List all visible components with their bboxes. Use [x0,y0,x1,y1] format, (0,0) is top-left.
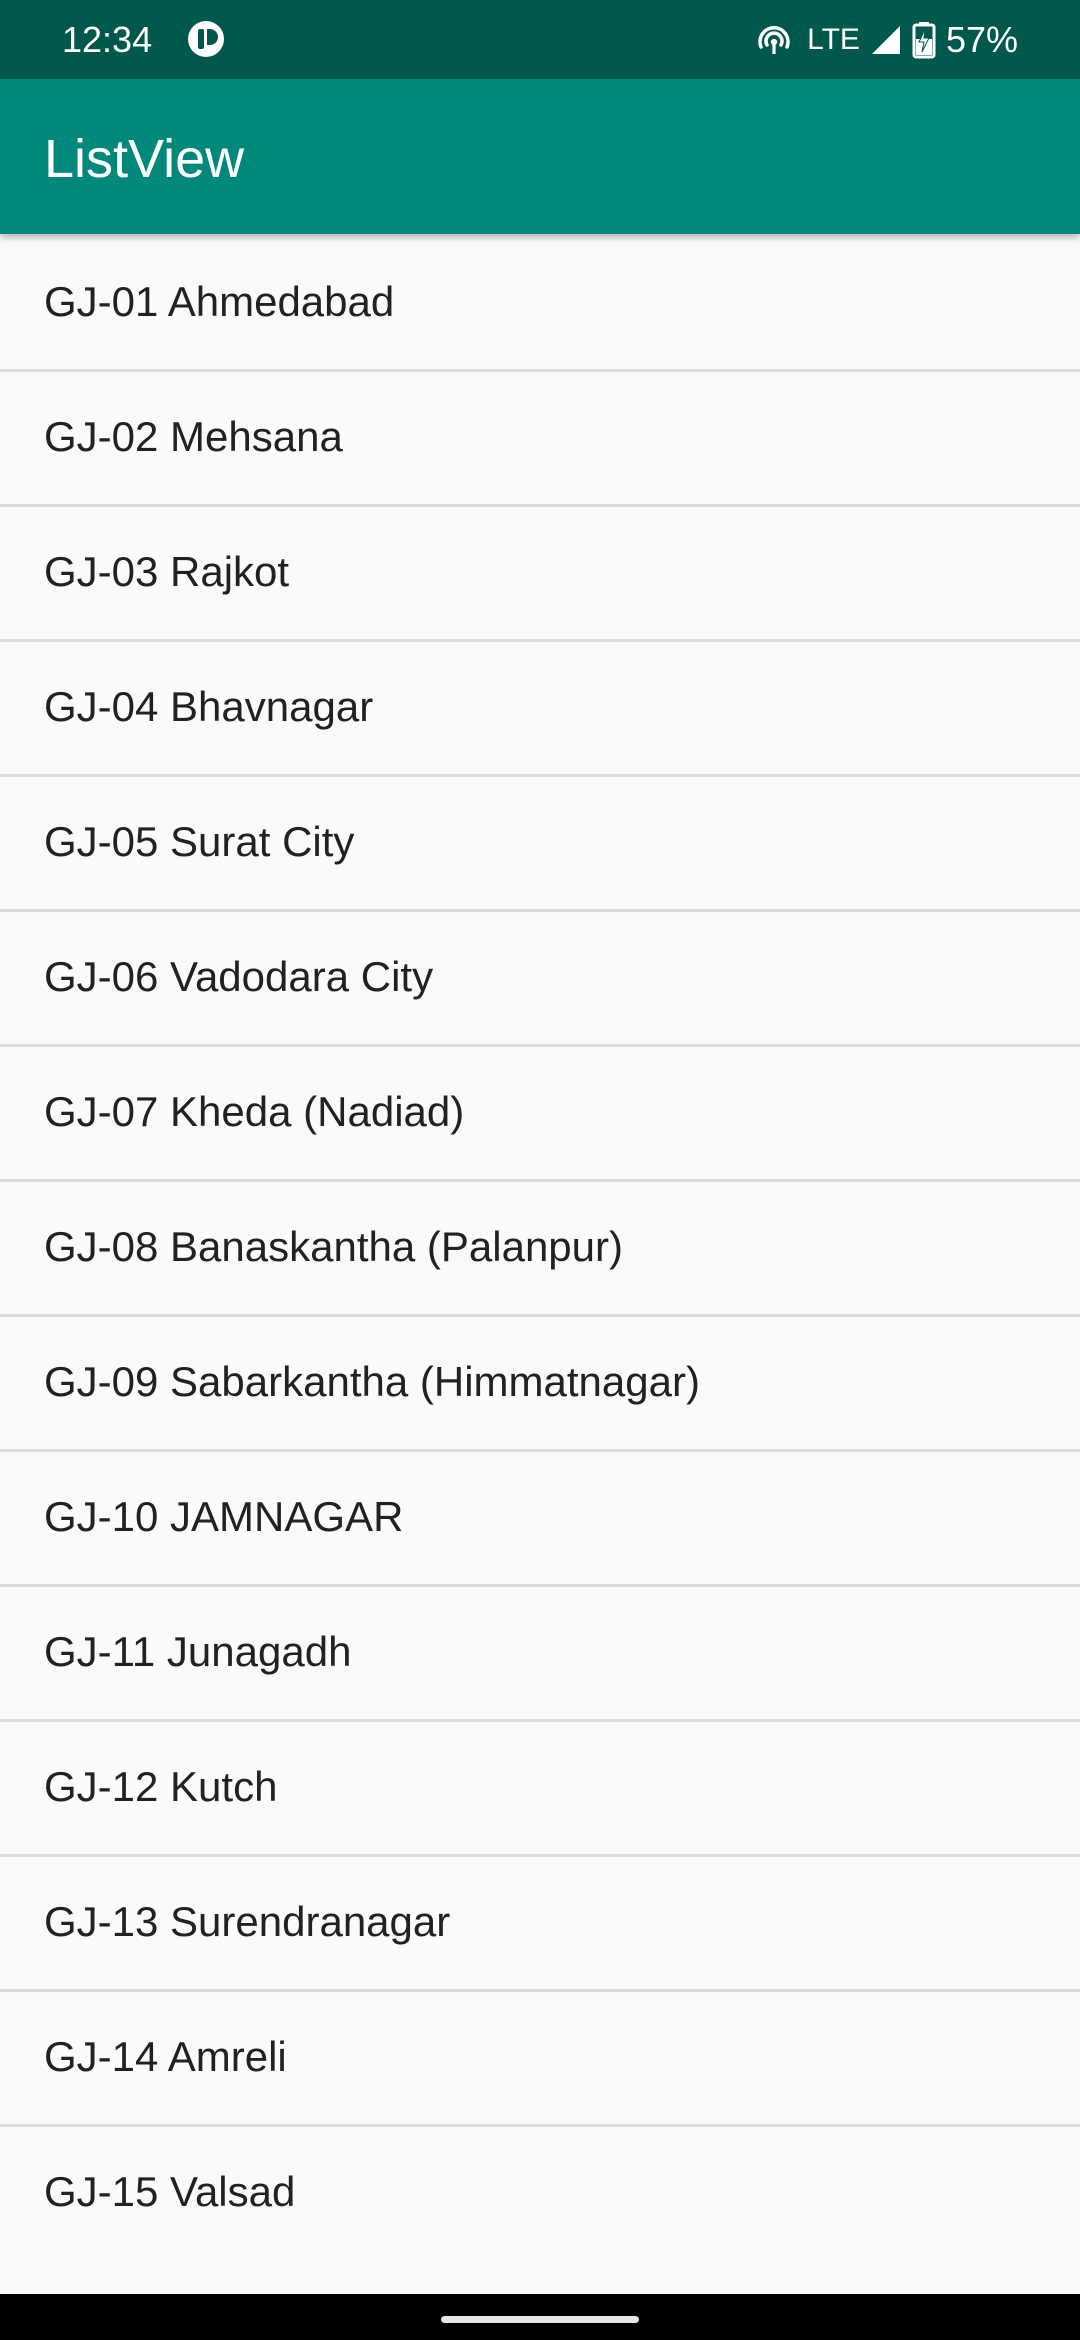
list-item[interactable]: GJ-13 Surendranagar [0,1855,1080,1992]
list-item[interactable]: GJ-02 Mehsana [0,370,1080,507]
list-item-label: GJ-03 Rajkot [44,548,290,595]
list-item-label: GJ-08 Banaskantha (Palanpur) [44,1223,623,1270]
navigation-bar [0,2294,1080,2340]
list-item[interactable]: GJ-09 Sabarkantha (Himmatnagar) [0,1315,1080,1452]
list-item-label: GJ-13 Surendranagar [44,1898,451,1945]
list-item-label: GJ-12 Kutch [44,1763,278,1810]
list-item[interactable]: GJ-10 JAMNAGAR [0,1450,1080,1587]
network-type: LTE [807,23,860,56]
list-item-label: GJ-02 Mehsana [44,413,343,460]
home-gesture-handle[interactable] [441,2316,639,2323]
list-item-label: GJ-07 Kheda (Nadiad) [44,1088,465,1135]
list-item[interactable]: GJ-15 Valsad [0,2125,1080,2248]
status-time: 12:34 [62,19,153,60]
screen: 12:34 LTE 57% ListView GJ-01 Ahmedabad G… [0,0,1080,2340]
status-bar: 12:34 LTE 57% [0,0,1080,79]
battery-percent: 57% [945,19,1018,60]
list-item-label: GJ-01 Ahmedabad [44,278,395,325]
list-item[interactable]: GJ-06 Vadodara City [0,910,1080,1047]
list-view[interactable]: GJ-01 Ahmedabad GJ-02 Mehsana GJ-03 Rajkot… [0,234,1080,2248]
list-item[interactable]: GJ-11 Junagadh [0,1585,1080,1722]
list-item[interactable]: GJ-04 Bhavnagar [0,640,1080,777]
list-item[interactable]: GJ-03 Rajkot [0,505,1080,642]
list-item-label: GJ-14 Amreli [44,2033,287,2080]
list-item[interactable]: GJ-05 Surat City [0,775,1080,912]
list-item-label: GJ-10 JAMNAGAR [44,1493,404,1540]
battery-charging-icon [912,21,936,59]
list-item-label: GJ-09 Sabarkantha (Himmatnagar) [44,1358,700,1405]
list-item-label: GJ-06 Vadodara City [44,953,434,1000]
list-item-label: GJ-04 Bhavnagar [44,683,374,730]
app-notification-icon [186,19,226,59]
signal-icon [870,24,902,56]
list-item-label: GJ-15 Valsad [44,2168,296,2215]
page-title: ListView [44,129,245,189]
app-bar: ListView [0,79,1080,234]
list-item[interactable]: GJ-07 Kheda (Nadiad) [0,1045,1080,1182]
list-item[interactable]: GJ-08 Banaskantha (Palanpur) [0,1180,1080,1317]
list-item[interactable]: GJ-14 Amreli [0,1990,1080,2127]
list-item[interactable]: GJ-12 Kutch [0,1720,1080,1857]
list-item[interactable]: GJ-01 Ahmedabad [0,235,1080,372]
list-item-label: GJ-05 Surat City [44,818,355,865]
status-icons: LTE 57% [755,16,1018,64]
hotspot-icon [755,21,793,59]
list-item-label: GJ-11 Junagadh [44,1628,352,1675]
